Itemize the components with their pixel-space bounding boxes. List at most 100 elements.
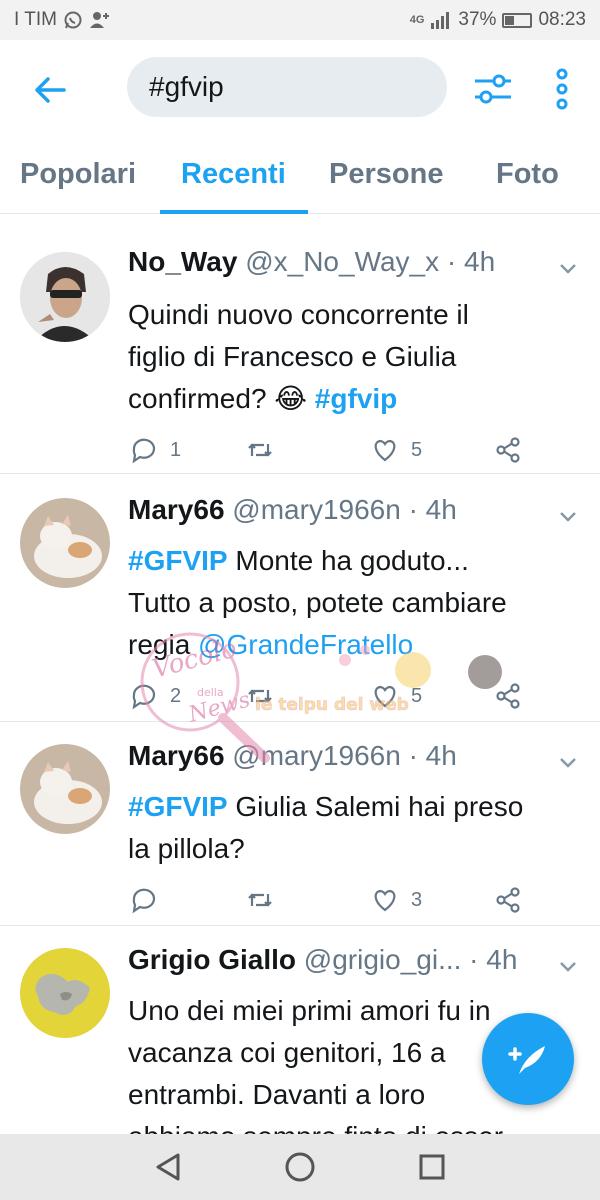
- add-contact-icon: [89, 12, 109, 28]
- chevron-down-icon[interactable]: [558, 752, 578, 772]
- like-button[interactable]: 5: [371, 436, 422, 464]
- like-button[interactable]: 3: [371, 886, 422, 914]
- author-handle-time[interactable]: @grigio_gi... · 4h: [304, 944, 518, 975]
- retweet-button[interactable]: [246, 682, 274, 710]
- battery-fill: [505, 15, 515, 25]
- author-handle-time[interactable]: @mary1966n · 4h: [232, 494, 457, 525]
- system-nav-bar: [0, 1134, 600, 1200]
- compose-tweet-icon: [508, 1046, 545, 1074]
- battery-percent: 37%: [458, 9, 497, 30]
- compose-tweet-button[interactable]: [482, 1013, 574, 1105]
- author-handle-time[interactable]: @x_No_Way_x · 4h: [245, 246, 495, 277]
- tweet-text-fragment: Monte ha goduto...: [227, 545, 469, 576]
- retweet-button[interactable]: [246, 436, 274, 464]
- tweet-text-fragment: regia: [128, 629, 199, 660]
- top-bar: #gfvip: [0, 40, 600, 140]
- nav-recents-button[interactable]: [414, 1149, 450, 1185]
- tweet-header: Mary66 @mary1966n · 4h: [128, 740, 457, 772]
- tweet-text: Quindi nuovo concorrente il figlio di Fr…: [128, 294, 578, 420]
- more-options-button[interactable]: [550, 67, 574, 111]
- author-name[interactable]: No_Way: [128, 246, 237, 277]
- avatar[interactable]: [20, 744, 110, 834]
- search-query: #gfvip: [149, 71, 224, 102]
- share-icon: [496, 887, 520, 913]
- battery-icon: [502, 12, 533, 28]
- reply-count: 2: [170, 684, 182, 707]
- tab-recenti[interactable]: Recenti: [181, 158, 286, 191]
- tweet-text-line: #GFVIP Monte ha goduto...: [128, 540, 578, 582]
- share-button[interactable]: [494, 886, 522, 914]
- tab-persone[interactable]: Persone: [329, 158, 443, 191]
- tweet-item[interactable]: Mary66 @mary1966n · 4h #GFVIP Giulia Sal…: [0, 722, 600, 926]
- avatar-image: [20, 744, 110, 834]
- avatar-image: [20, 498, 110, 588]
- status-bar: I TIM 4G 37% 08:23: [0, 0, 600, 40]
- share-icon: [496, 683, 520, 709]
- reply-button[interactable]: 2: [130, 682, 181, 710]
- tweet-actions: 2 5: [128, 682, 528, 722]
- tweet-actions: 3: [128, 886, 528, 926]
- tweet-text-line: Tutto a posto, potete cambiare: [128, 587, 507, 618]
- hashtag-link[interactable]: #GFVIP: [128, 545, 228, 576]
- more-vertical-icon: [556, 68, 568, 110]
- reply-button[interactable]: [130, 886, 170, 914]
- author-name[interactable]: Mary66: [128, 494, 225, 525]
- tweet-text-line: figlio di Francesco e Giulia: [128, 341, 457, 372]
- retweet-icon: [248, 893, 272, 907]
- chevron-down-icon[interactable]: [558, 956, 578, 976]
- tweet-text-line: #GFVIP Giulia Salemi hai preso: [128, 786, 578, 828]
- avatar[interactable]: [20, 252, 110, 342]
- tweet-text-fragment: Giulia Salemi hai preso: [227, 791, 524, 822]
- author-handle-time[interactable]: @mary1966n · 4h: [232, 740, 457, 771]
- avatar-image: [20, 252, 110, 342]
- search-input[interactable]: #gfvip: [127, 57, 447, 117]
- tweet-text-line: Quindi nuovo concorrente il: [128, 299, 469, 330]
- tweet-header: Grigio Giallo @grigio_gi... · 4h: [128, 944, 517, 976]
- tweet-item[interactable]: No_Way @x_No_Way_x · 4h Quindi nuovo con…: [0, 226, 600, 474]
- avatar[interactable]: [20, 948, 110, 1038]
- avatar-image: [20, 948, 110, 1038]
- heart-icon: [374, 889, 396, 912]
- chevron-down-icon[interactable]: [558, 258, 578, 278]
- tweet-item[interactable]: Mary66 @mary1966n · 4h #GFVIP Monte ha g…: [0, 474, 600, 722]
- signal-icon: [431, 12, 450, 29]
- tab-popolari[interactable]: Popolari: [20, 158, 136, 191]
- chevron-down-icon[interactable]: [558, 506, 578, 526]
- nav-home-button[interactable]: [282, 1149, 318, 1185]
- mention-link[interactable]: @GrandeFratello: [198, 629, 413, 660]
- author-name[interactable]: Mary66: [128, 740, 225, 771]
- like-button[interactable]: 5: [371, 682, 422, 710]
- like-count: 3: [411, 888, 423, 911]
- filter-button[interactable]: [472, 68, 514, 110]
- hashtag-link[interactable]: #GFVIP: [128, 791, 228, 822]
- filter-sliders-icon: [475, 74, 511, 104]
- retweet-button[interactable]: [246, 886, 274, 914]
- back-button[interactable]: [30, 70, 70, 110]
- author-name[interactable]: Grigio Giallo: [128, 944, 296, 975]
- share-icon: [496, 437, 520, 463]
- hashtag-link[interactable]: #gfvip: [315, 383, 397, 414]
- clock: 08:23: [538, 9, 586, 30]
- tweet-text-line: confirmed? 😂 #gfvip: [128, 378, 578, 420]
- tweet-feed[interactable]: No_Way @x_No_Way_x · 4h Quindi nuovo con…: [0, 214, 600, 1134]
- tweet-text-line: regia @GrandeFratello: [128, 624, 578, 666]
- search-tabs: Popolari Recenti Persone Foto: [0, 140, 600, 214]
- nav-back-button[interactable]: [150, 1149, 186, 1185]
- avatar[interactable]: [20, 498, 110, 588]
- like-count: 5: [411, 438, 423, 461]
- share-button[interactable]: [494, 436, 522, 464]
- home-circle-icon: [285, 1152, 315, 1182]
- recents-square-icon: [419, 1154, 445, 1180]
- heart-icon: [374, 685, 396, 708]
- retweet-icon: [248, 689, 272, 703]
- status-right: 4G 37% 08:23: [410, 9, 586, 31]
- tab-foto[interactable]: Foto: [496, 158, 559, 191]
- tweet-text: #GFVIP Monte ha goduto... Tutto a posto,…: [128, 540, 578, 666]
- tweet-header: No_Way @x_No_Way_x · 4h: [128, 246, 495, 278]
- whatsapp-icon: [64, 11, 82, 29]
- share-button[interactable]: [494, 682, 522, 710]
- network-type: 4G: [409, 14, 425, 26]
- reply-icon: [132, 438, 156, 464]
- heart-icon: [374, 439, 396, 462]
- reply-button[interactable]: 1: [130, 436, 181, 464]
